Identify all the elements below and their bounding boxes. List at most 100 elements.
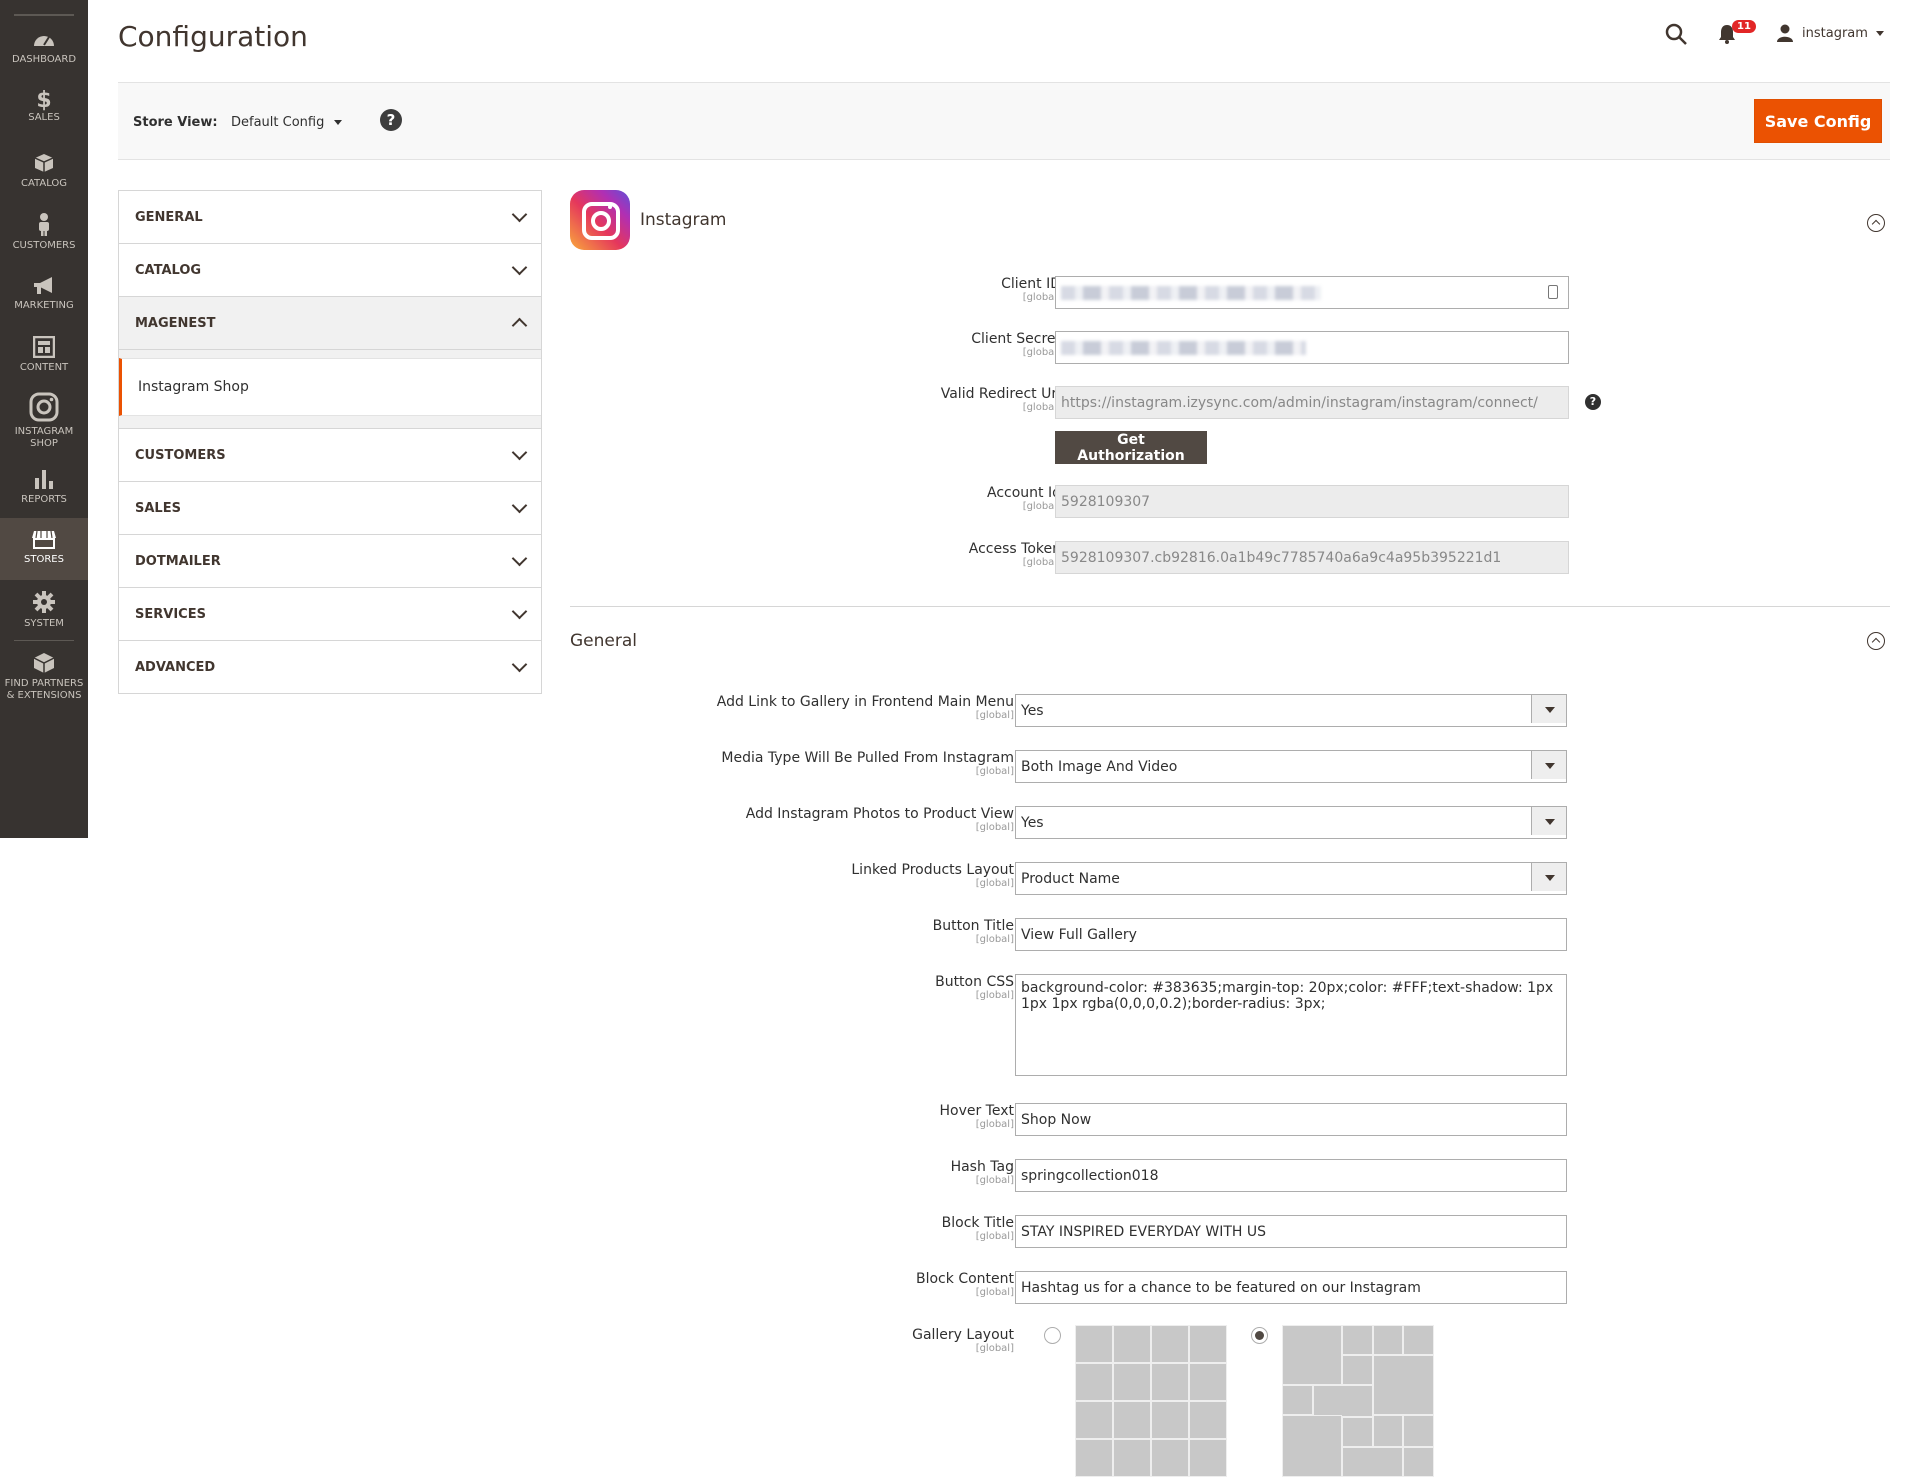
tab-advanced[interactable]: ADVANCED [119, 641, 541, 693]
tab-dotmailer[interactable]: DOTMAILER [119, 535, 541, 588]
access-token-input[interactable]: 5928109307.cb92816.0a1b49c7785740a6a9c4a… [1055, 541, 1569, 574]
hash-tag-input[interactable]: springcollection018 [1015, 1159, 1567, 1192]
magenest-subtabs: Instagram Shop [119, 350, 541, 429]
nav-item-label: Find Partners & Extensions [4, 678, 84, 701]
link-gallery-select[interactable]: Yes [1015, 694, 1567, 727]
cube-icon [33, 653, 55, 673]
block-content-input[interactable]: Hashtag us for a chance to be featured o… [1015, 1271, 1567, 1304]
tab-services[interactable]: SERVICES [119, 588, 541, 641]
nav-item-customers[interactable]: Customers [0, 212, 88, 252]
notification-count-badge: 11 [1732, 20, 1756, 33]
field-label: Block Content [global] [916, 1271, 1014, 1298]
tab-general[interactable]: GENERAL [119, 191, 541, 244]
nav-item-instagram-shop[interactable]: Instagram Shop [0, 392, 88, 450]
nav-item-sales[interactable]: $ Sales [0, 90, 88, 124]
tab-label: CUSTOMERS [135, 447, 226, 463]
gallery-layout-grid-image[interactable] [1075, 1325, 1227, 1477]
nav-item-marketing[interactable]: Marketing [0, 276, 88, 312]
field-label: Client ID [global] [1001, 276, 1061, 303]
subtab-instagram-shop[interactable]: Instagram Shop [119, 358, 541, 416]
field-label: Button CSS [global] [935, 974, 1014, 1001]
nav-item-system[interactable]: System [0, 590, 88, 630]
chevron-down-icon [511, 603, 528, 620]
collapse-icon[interactable] [1867, 214, 1885, 232]
block-title-input[interactable]: STAY INSPIRED EVERYDAY WITH US [1015, 1215, 1567, 1248]
tab-customers[interactable]: CUSTOMERS [119, 429, 541, 482]
nav-item-label: Catalog [20, 178, 68, 189]
button-title-input[interactable]: View Full Gallery [1015, 918, 1567, 951]
tab-label: DOTMAILER [135, 553, 221, 569]
field-label: Valid Redirect Uri [global] [940, 386, 1061, 413]
tab-catalog[interactable]: CATALOG [119, 244, 541, 297]
section-title: General [570, 631, 637, 651]
megaphone-icon [34, 277, 52, 294]
tab-magenest[interactable]: MAGENEST [119, 297, 541, 350]
tab-label: ADVANCED [135, 659, 216, 675]
product-view-select[interactable]: Yes [1015, 806, 1567, 839]
user-icon [1777, 24, 1793, 42]
search-icon [1665, 23, 1687, 45]
tab-sales[interactable]: SALES [119, 482, 541, 535]
nav-item-label: Marketing [14, 300, 74, 311]
redirect-uri-input[interactable]: https://instagram.izysync.com/admin/inst… [1055, 386, 1569, 419]
collapse-icon[interactable] [1867, 632, 1885, 650]
store-view-switcher[interactable]: Default Config [231, 115, 343, 130]
instagram-logo-icon [570, 190, 630, 250]
save-config-button[interactable]: Save Config [1754, 99, 1882, 143]
general-section-header[interactable]: General [570, 626, 637, 656]
gallery-layout-radio-2[interactable] [1251, 1327, 1268, 1344]
gear-icon [33, 591, 55, 613]
media-type-select[interactable]: Both Image And Video [1015, 750, 1567, 783]
get-authorization-button[interactable]: Get Authorization [1055, 431, 1207, 464]
field-label: Linked Products Layout [global] [851, 862, 1014, 889]
chevron-down-icon [1531, 751, 1566, 779]
field-label: Add Instagram Photos to Product View [glo… [745, 806, 1014, 833]
tab-label: SALES [135, 500, 181, 516]
nav-separator [14, 640, 74, 641]
person-icon [39, 213, 49, 236]
bar-chart-icon [35, 470, 53, 489]
tab-label: SERVICES [135, 606, 206, 622]
chevron-down-icon [511, 206, 528, 223]
nav-item-stores[interactable]: Stores [0, 518, 88, 580]
user-menu[interactable]: instagram [1776, 24, 1884, 42]
chevron-down-icon [511, 656, 528, 673]
nav-item-catalog[interactable]: Catalog [0, 152, 88, 190]
button-css-textarea[interactable]: background-color: #383635;margin-top: 20… [1015, 974, 1567, 1076]
nav-item-label: Content [19, 362, 69, 373]
help-icon[interactable]: ? [380, 109, 402, 131]
tab-label: MAGENEST [135, 315, 216, 331]
nav-item-dashboard[interactable]: Dashboard [0, 30, 88, 66]
tab-label: GENERAL [135, 209, 203, 225]
help-icon[interactable]: ? [1585, 394, 1601, 410]
masked-value [1061, 340, 1306, 355]
field-label: Add Link to Gallery in Frontend Main Men… [716, 694, 1014, 721]
user-name: instagram [1802, 25, 1868, 41]
account-id-input[interactable]: 5928109307 [1055, 485, 1569, 518]
chevron-down-icon [1531, 863, 1566, 891]
hover-text-input[interactable]: Shop Now [1015, 1103, 1567, 1136]
chevron-down-icon [1875, 30, 1884, 36]
store-view-value: Default Config [231, 115, 325, 130]
nav-item-content[interactable]: Content [0, 336, 88, 374]
section-divider [570, 606, 1890, 607]
instagram-section-header[interactable]: Instagram [570, 190, 727, 250]
chevron-down-icon [1531, 807, 1566, 835]
gallery-layout-mosaic-image[interactable] [1282, 1325, 1434, 1477]
client-secret-input[interactable] [1055, 331, 1569, 364]
field-label: Client Secret [global] [971, 331, 1061, 358]
config-tabs: GENERAL CATALOG MAGENEST Instagram Shop … [118, 190, 542, 694]
field-label: Hash Tag [global] [950, 1159, 1014, 1186]
client-id-input[interactable] [1055, 276, 1569, 309]
field-label: Button Title [global] [932, 918, 1014, 945]
chevron-up-icon [511, 317, 528, 334]
store-view-bar: Store View: Default Config ? Save Config [118, 82, 1890, 160]
gallery-layout-radio-1[interactable] [1044, 1327, 1061, 1344]
chevron-down-icon [1531, 695, 1566, 723]
field-label: Media Type Will Be Pulled From Instagram… [721, 750, 1014, 777]
search-button[interactable] [1664, 22, 1688, 50]
linked-products-select[interactable]: Product Name [1015, 862, 1567, 895]
chevron-down-icon [511, 444, 528, 461]
nav-item-reports[interactable]: Reports [0, 468, 88, 506]
nav-item-find-partners[interactable]: Find Partners & Extensions [0, 652, 88, 702]
